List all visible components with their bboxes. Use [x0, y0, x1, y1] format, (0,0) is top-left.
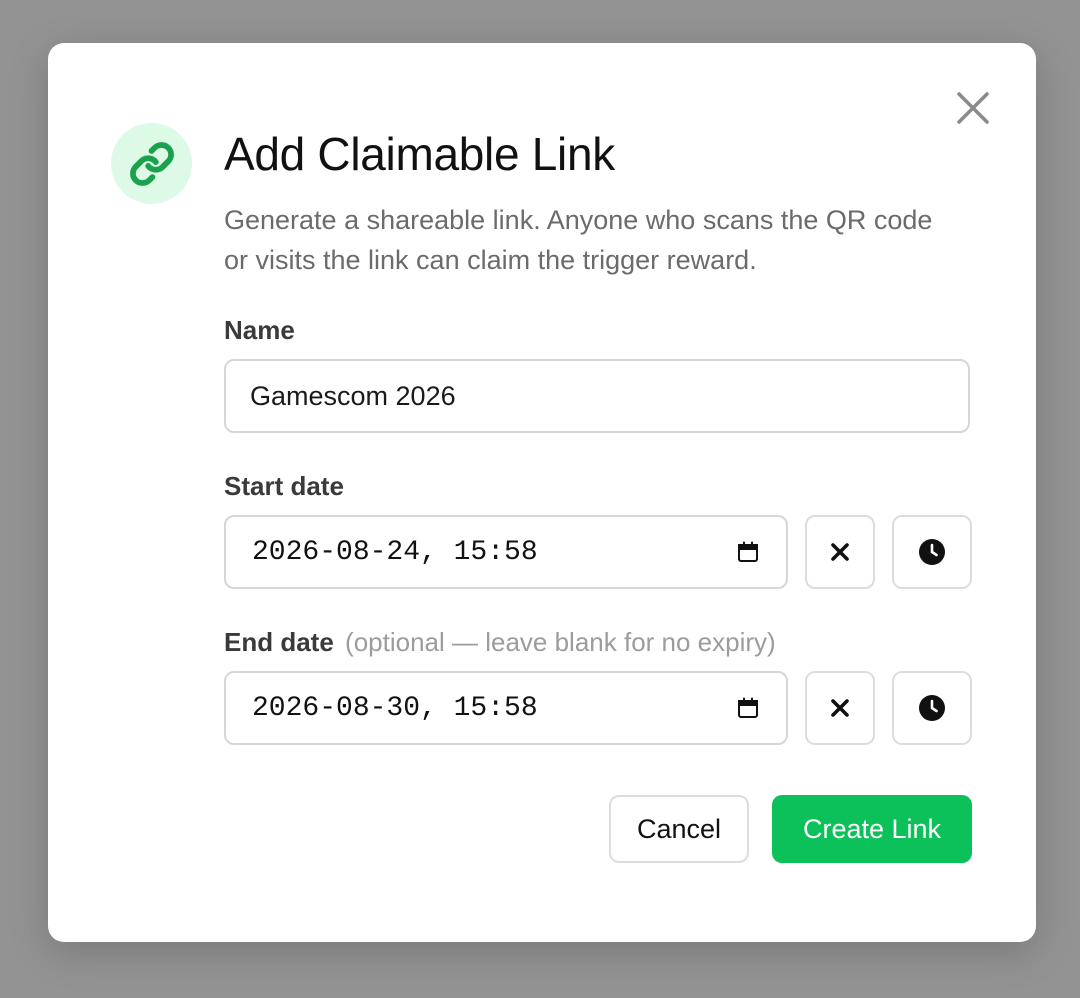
start-date-label: Start date [224, 471, 344, 501]
calendar-icon[interactable] [736, 696, 760, 720]
start-date-now-button[interactable] [892, 515, 972, 589]
end-date-hint: (optional — leave blank for no expiry) [345, 627, 776, 657]
clock-icon [919, 539, 945, 565]
dialog-description: Generate a shareable link. Anyone who sc… [224, 205, 933, 275]
end-date-now-button[interactable] [892, 671, 972, 745]
link-icon [129, 141, 174, 186]
clear-icon [831, 543, 849, 561]
end-date-label-text: End date [224, 627, 334, 657]
calendar-icon[interactable] [736, 540, 760, 564]
close-icon [957, 92, 989, 124]
clear-end-date-button[interactable] [805, 671, 875, 745]
end-date-value: 2026-08-30, 15:58 [252, 692, 538, 724]
name-input-value: Gamescom 2026 [250, 380, 456, 411]
clock-icon [919, 695, 945, 721]
link-icon-badge [111, 123, 192, 204]
start-date-value: 2026-08-24, 15:58 [252, 536, 538, 568]
clear-icon [831, 699, 849, 717]
close-button[interactable] [952, 87, 994, 129]
end-date-input[interactable]: 2026-08-30, 15:58 [224, 671, 788, 745]
cancel-button[interactable]: Cancel [609, 795, 749, 863]
dialog-title: Add Claimable Link [224, 128, 615, 180]
create-link-button[interactable]: Create Link [772, 795, 972, 863]
start-date-input[interactable]: 2026-08-24, 15:58 [224, 515, 788, 589]
name-label: Name [224, 315, 295, 345]
end-date-label: End date (optional — leave blank for no … [224, 627, 776, 658]
clear-start-date-button[interactable] [805, 515, 875, 589]
name-input[interactable]: Gamescom 2026 [224, 359, 970, 433]
add-claimable-link-dialog: Add Claimable Link Generate a shareable … [48, 43, 1036, 942]
